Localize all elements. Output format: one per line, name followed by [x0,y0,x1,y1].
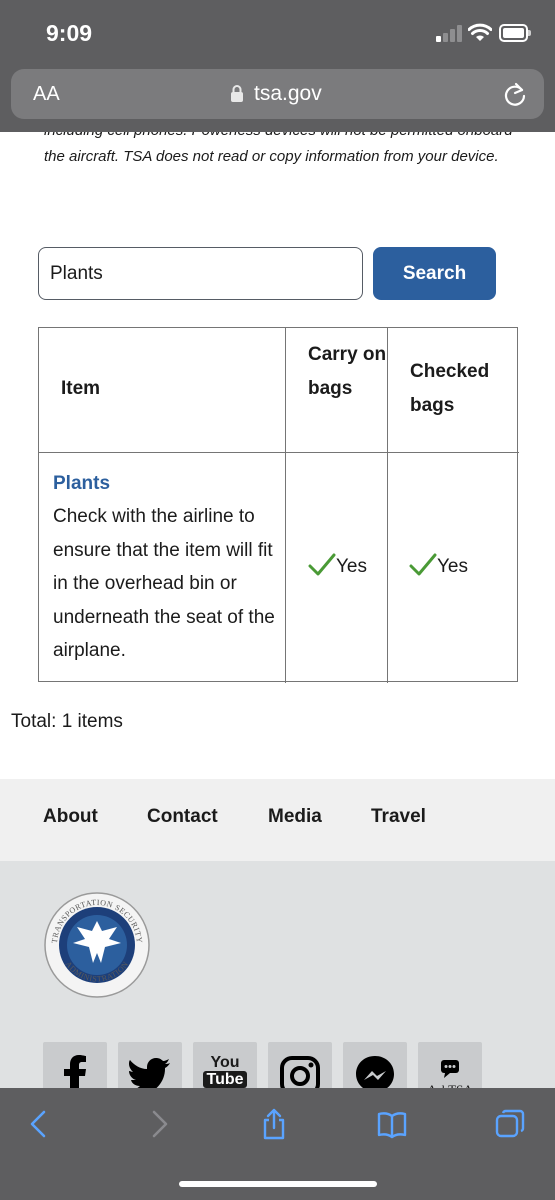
wifi-icon [468,23,492,41]
browser-top-bar: 9:09 AA tsa.gov [0,0,555,132]
search-input[interactable]: Plants [38,247,363,300]
lock-icon [231,85,243,102]
reload-icon[interactable] [502,81,528,107]
header-carry-on: Carry on bags [286,328,388,453]
checked-value: Yes [437,556,468,577]
forward-icon[interactable] [142,1108,174,1140]
footer-link-about[interactable]: About [43,806,98,828]
address-bar[interactable]: AA tsa.gov [11,69,544,119]
footer-link-media[interactable]: Media [268,806,322,828]
youtube-label-line1: You [210,1054,240,1071]
results-table: Item Carry on bags Checked bags Plants C… [38,327,519,683]
item-name-link[interactable]: Plants [53,467,275,500]
carry-on-value: Yes [336,556,367,577]
footer-link-contact[interactable]: Contact [147,806,218,828]
status-time: 9:09 [46,20,93,46]
table-row-item-cell: Plants Check with the airline to ensure … [39,453,286,683]
text-size-button[interactable]: AA [33,83,60,106]
search-button[interactable]: Search [373,247,496,300]
home-indicator[interactable] [179,1181,377,1187]
youtube-label-line2: Tube [203,1071,247,1088]
footer-link-travel[interactable]: Travel [371,806,426,828]
item-description: Check with the airline to ensure that th… [53,506,275,661]
back-icon[interactable] [24,1108,56,1140]
cellular-signal-icon [436,24,466,42]
results-total: Total: 1 items [11,711,123,732]
bookmarks-icon[interactable] [376,1108,408,1140]
check-icon [308,553,336,576]
chat-bubble-icon [441,1060,459,1078]
battery-icon [499,24,531,42]
check-icon [409,553,437,576]
tabs-icon[interactable] [494,1108,526,1140]
checked-cell: Yes [388,453,519,683]
share-icon[interactable] [258,1108,290,1140]
status-bar: 9:09 [0,0,555,66]
carry-on-cell: Yes [286,453,388,683]
header-item: Item [39,328,286,453]
header-checked: Checked bags [388,328,519,453]
address-domain[interactable]: tsa.gov [254,82,322,106]
footer-nav: About Contact Media Travel [0,779,555,861]
tsa-seal-logo[interactable]: TRANSPORTATION SECURITY ADMINISTRATION [43,891,151,999]
